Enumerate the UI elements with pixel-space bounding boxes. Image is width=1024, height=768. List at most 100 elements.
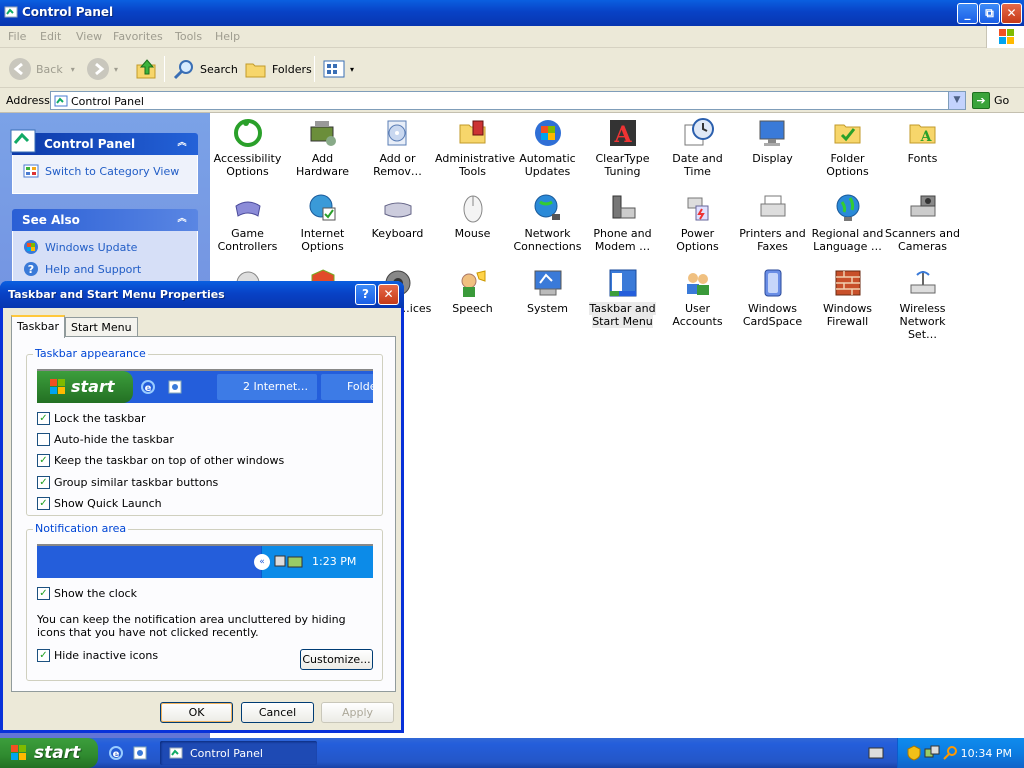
item-cleartype-tuning[interactable]: A ClearType Tuning <box>585 117 660 178</box>
collapse-chevron-icon[interactable]: ︽ <box>174 135 190 151</box>
item-taskbar-and-start-menu[interactable]: Taskbar and Start Menu <box>585 267 660 328</box>
security-shield-icon[interactable] <box>906 745 922 764</box>
item-accessibility-options[interactable]: Accessibility Options <box>210 117 285 178</box>
forward-button[interactable]: ▾ <box>86 56 118 82</box>
internet-options-icon <box>307 192 339 224</box>
up-folder-icon <box>135 57 159 81</box>
item-display[interactable]: Display <box>735 117 810 165</box>
address-dropdown-icon[interactable]: ▼ <box>948 92 965 109</box>
item-windows-firewall[interactable]: Windows Firewall <box>810 267 885 328</box>
system-tray: 10:34 PM <box>897 738 1024 768</box>
item-game-controllers[interactable]: Game Controllers <box>210 192 285 253</box>
item-administrative-tools[interactable]: Administrative Tools <box>435 117 515 178</box>
views-dropdown-icon[interactable]: ▾ <box>350 65 354 74</box>
group-similar-checkbox[interactable]: ✓ Group similar taskbar buttons <box>37 476 218 489</box>
menu-tools[interactable]: Tools <box>175 30 202 43</box>
quicklaunch-ie-icon[interactable]: e <box>108 745 124 764</box>
show-clock-checkbox[interactable]: ✓ Show the clock <box>37 587 137 600</box>
lock-taskbar-checkbox[interactable]: ✓ Lock the taskbar <box>37 412 146 425</box>
search-tray-icon[interactable] <box>942 745 958 764</box>
taskbar-appearance-label: Taskbar appearance <box>33 347 148 360</box>
wireless-network-icon <box>907 267 939 299</box>
item-fonts[interactable]: A Fonts <box>885 117 960 165</box>
item-power-options[interactable]: Power Options <box>660 192 735 253</box>
speech-icon <box>457 267 489 299</box>
item-folder-options[interactable]: Folder Options <box>810 117 885 178</box>
menu-favorites[interactable]: Favorites <box>113 30 163 43</box>
menu-edit[interactable]: Edit <box>40 30 61 43</box>
help-button[interactable]: ? <box>355 284 376 305</box>
cleartype-icon: A <box>607 117 639 149</box>
back-dropdown-icon[interactable]: ▾ <box>71 65 75 74</box>
item-mouse[interactable]: Mouse <box>435 192 510 240</box>
cancel-button[interactable]: Cancel <box>241 702 314 723</box>
maximize-button[interactable]: ⧉ <box>979 3 1000 24</box>
apply-button[interactable]: Apply <box>321 702 394 723</box>
keyboard-tray-icon[interactable] <box>868 747 884 762</box>
ok-button[interactable]: OK <box>160 702 233 723</box>
address-field[interactable]: Control Panel ▼ <box>50 91 966 110</box>
administrative-tools-icon <box>457 117 489 149</box>
menu-help[interactable]: Help <box>215 30 240 43</box>
collapse-chevron-icon[interactable]: ︽ <box>174 211 190 227</box>
item-add-remove-programs[interactable]: Add or Remov… <box>360 117 435 178</box>
customize-button[interactable]: Customize... <box>300 649 373 670</box>
up-folder-button[interactable] <box>135 56 163 82</box>
taskbar-item-control-panel[interactable]: Control Panel <box>160 741 317 765</box>
minimize-button[interactable]: _ <box>957 3 978 24</box>
item-wireless-network-setup[interactable]: Wireless Network Set… <box>885 267 960 341</box>
power-options-icon <box>682 192 714 224</box>
windows-update-link[interactable]: Windows Update <box>23 239 187 255</box>
item-windows-cardspace[interactable]: Windows CardSpace <box>735 267 810 328</box>
item-network-connections[interactable]: Network Connections <box>510 192 585 253</box>
item-date-and-time[interactable]: Date and Time <box>660 117 735 178</box>
svg-text:e: e <box>145 383 152 394</box>
help-and-support-link[interactable]: ? Help and Support <box>23 261 187 277</box>
search-button[interactable]: Search <box>172 56 238 82</box>
tab-taskbar[interactable]: Taskbar <box>11 315 65 338</box>
help-and-support-label: Help and Support <box>45 262 142 276</box>
item-scanners-and-cameras[interactable]: Scanners and Cameras <box>885 192 960 253</box>
add-hardware-icon <box>307 117 339 149</box>
menu-file[interactable]: File <box>8 30 26 43</box>
keep-on-top-checkbox[interactable]: ✓ Keep the taskbar on top of other windo… <box>37 454 284 467</box>
close-button[interactable]: ✕ <box>1001 3 1022 24</box>
item-regional-and-language[interactable]: Regional and Language … <box>810 192 885 253</box>
item-system[interactable]: System <box>510 267 585 315</box>
item-user-accounts[interactable]: User Accounts <box>660 267 735 328</box>
see-also-panel-header[interactable]: See Also ︽ <box>12 209 198 231</box>
auto-hide-checkbox[interactable]: Auto-hide the taskbar <box>37 433 174 446</box>
item-add-hardware[interactable]: Add Hardware <box>285 117 360 178</box>
folders-button[interactable]: Folders <box>244 56 312 82</box>
dialog-close-button[interactable]: ✕ <box>378 284 399 305</box>
views-button[interactable]: ▾ <box>322 56 354 82</box>
show-quick-launch-checkbox[interactable]: ✓ Show Quick Launch <box>37 497 162 510</box>
control-panel-panel-title: Control Panel <box>44 137 136 151</box>
tab-start-menu[interactable]: Start Menu <box>65 317 138 337</box>
clock[interactable]: 10:34 PM <box>961 747 1012 760</box>
hide-inactive-icons-checkbox[interactable]: ✓ Hide inactive icons <box>37 649 158 662</box>
item-printers-and-faxes[interactable]: Printers and Faxes <box>735 192 810 253</box>
item-internet-options[interactable]: Internet Options <box>285 192 360 253</box>
switch-to-category-view-link[interactable]: Switch to Category View <box>23 163 187 179</box>
go-button[interactable]: ➔ Go <box>972 92 1009 109</box>
dialog-titlebar[interactable]: Taskbar and Start Menu Properties ? ✕ <box>0 281 404 308</box>
window-titlebar[interactable]: Control Panel _ ⧉ ✕ <box>0 0 1024 26</box>
quicklaunch-desktop-icon[interactable] <box>132 745 148 764</box>
item-phone-and-modem[interactable]: Phone and Modem … <box>585 192 660 253</box>
control-panel-panel-header[interactable]: Control Panel ︽ <box>10 129 198 155</box>
preview-windows-logo-icon <box>49 378 67 399</box>
start-button[interactable]: start <box>0 738 98 768</box>
menu-view[interactable]: View <box>76 30 102 43</box>
taskbar: start e Control Panel 10:34 PM <box>0 738 1024 768</box>
item-automatic-updates[interactable]: Automatic Updates <box>510 117 585 178</box>
back-button[interactable]: Back ▾ <box>8 56 75 82</box>
checkmark-icon: ✓ <box>37 454 50 467</box>
forward-dropdown-icon[interactable]: ▾ <box>114 65 118 74</box>
item-keyboard[interactable]: Keyboard <box>360 192 435 240</box>
system-icon <box>532 267 564 299</box>
dialog-tabs: Taskbar Start Menu <box>11 315 138 338</box>
item-speech[interactable]: Speech <box>435 267 510 315</box>
control-panel-panel: Control Panel ︽ Switch to Category View <box>10 129 198 194</box>
network-tray-icon[interactable] <box>924 745 940 764</box>
